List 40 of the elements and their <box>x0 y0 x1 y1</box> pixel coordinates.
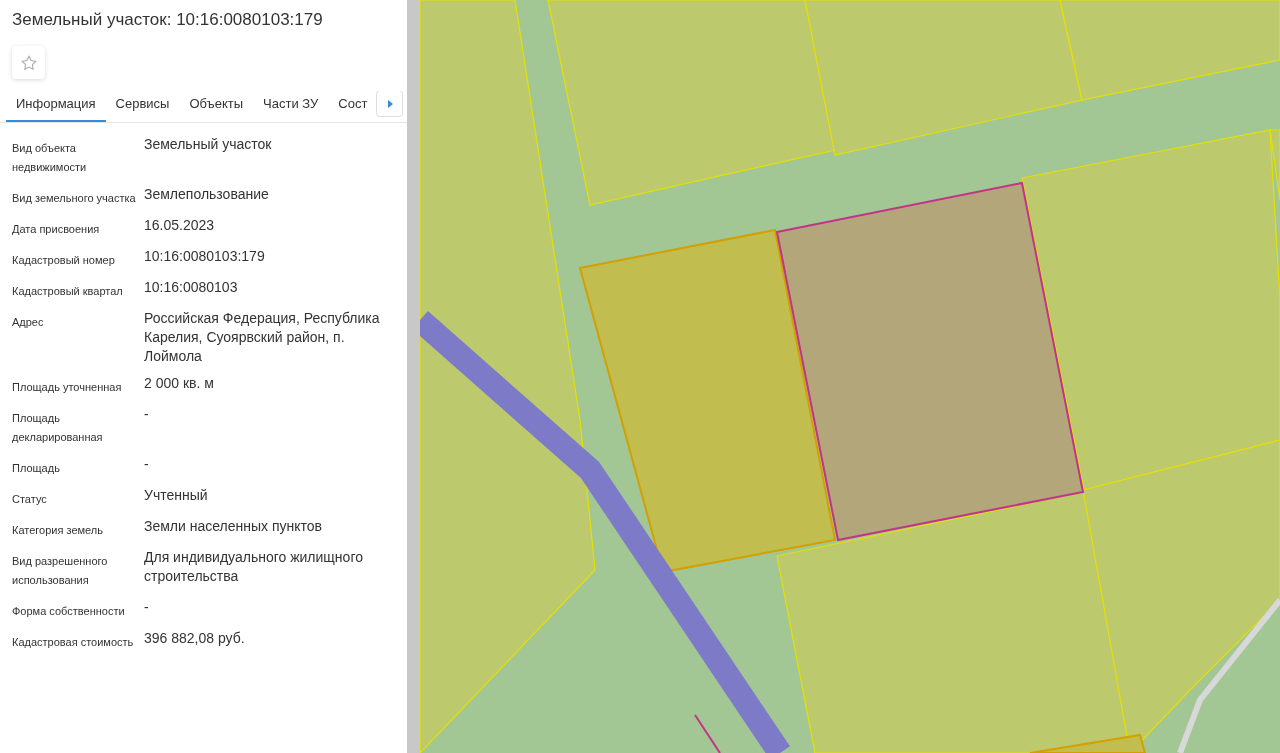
favorite-button[interactable] <box>12 46 45 79</box>
field-value: 10:16:0080103:179 <box>144 247 266 266</box>
field-value: Земельный участок <box>144 135 273 154</box>
tab[interactable]: Сервисы <box>105 93 180 122</box>
field-value: 396 882,08 руб. <box>144 629 246 648</box>
field-value: Землепользование <box>144 185 270 204</box>
field-label: Площадь уточненная <box>12 380 123 395</box>
field-label: Кадастровый номер <box>12 253 116 268</box>
field-label: Площадь <box>12 461 61 476</box>
tab[interactable]: Части ЗУ <box>253 93 329 122</box>
tab[interactable]: Объекты <box>179 93 254 122</box>
star-icon <box>19 53 38 72</box>
field-label: Дата присвоения <box>12 222 101 237</box>
panel-title: Земельный участок: 10:16:0080103:179 <box>11 9 324 30</box>
field-label: Вид разрешенного использования <box>12 554 109 588</box>
field-value: Российская Федерация, Республика Карелия, Суоярвский район, п. Лоймола <box>144 309 381 366</box>
tab[interactable]: Информация <box>6 93 106 122</box>
field-value: 2 000 кв. м <box>144 374 215 393</box>
field-label: Категория земель <box>12 523 104 538</box>
field-value: 16.05.2023 <box>144 216 216 235</box>
field-label: Форма собственности <box>12 604 126 619</box>
field-value: - <box>144 455 150 474</box>
scrollbar[interactable] <box>407 0 420 753</box>
field-label: Адрес <box>12 315 45 330</box>
field-label: Вид объекта недвижимости <box>12 141 88 175</box>
field-value: 10:16:0080103 <box>144 278 239 297</box>
field-label: Кадастровая стоимость <box>12 635 135 650</box>
tab[interactable]: Сост <box>328 93 378 122</box>
field-label: Площадь декларированная <box>12 411 104 445</box>
caret-right-icon <box>386 99 393 108</box>
field-label: Статус <box>12 492 48 507</box>
field-value: - <box>144 405 150 424</box>
cadastral-map-drawing[interactable] <box>420 0 1280 753</box>
scroll-tabs-button[interactable] <box>376 91 403 117</box>
field-value: Учтенный <box>144 486 209 505</box>
field-label: Вид земельного участка <box>12 191 137 206</box>
field-value: - <box>144 598 150 617</box>
field-value: Для индивидуального жилищного строительства <box>144 548 364 586</box>
field-value: Земли населенных пунктов <box>144 517 324 536</box>
field-label: Кадастровый квартал <box>12 284 124 299</box>
